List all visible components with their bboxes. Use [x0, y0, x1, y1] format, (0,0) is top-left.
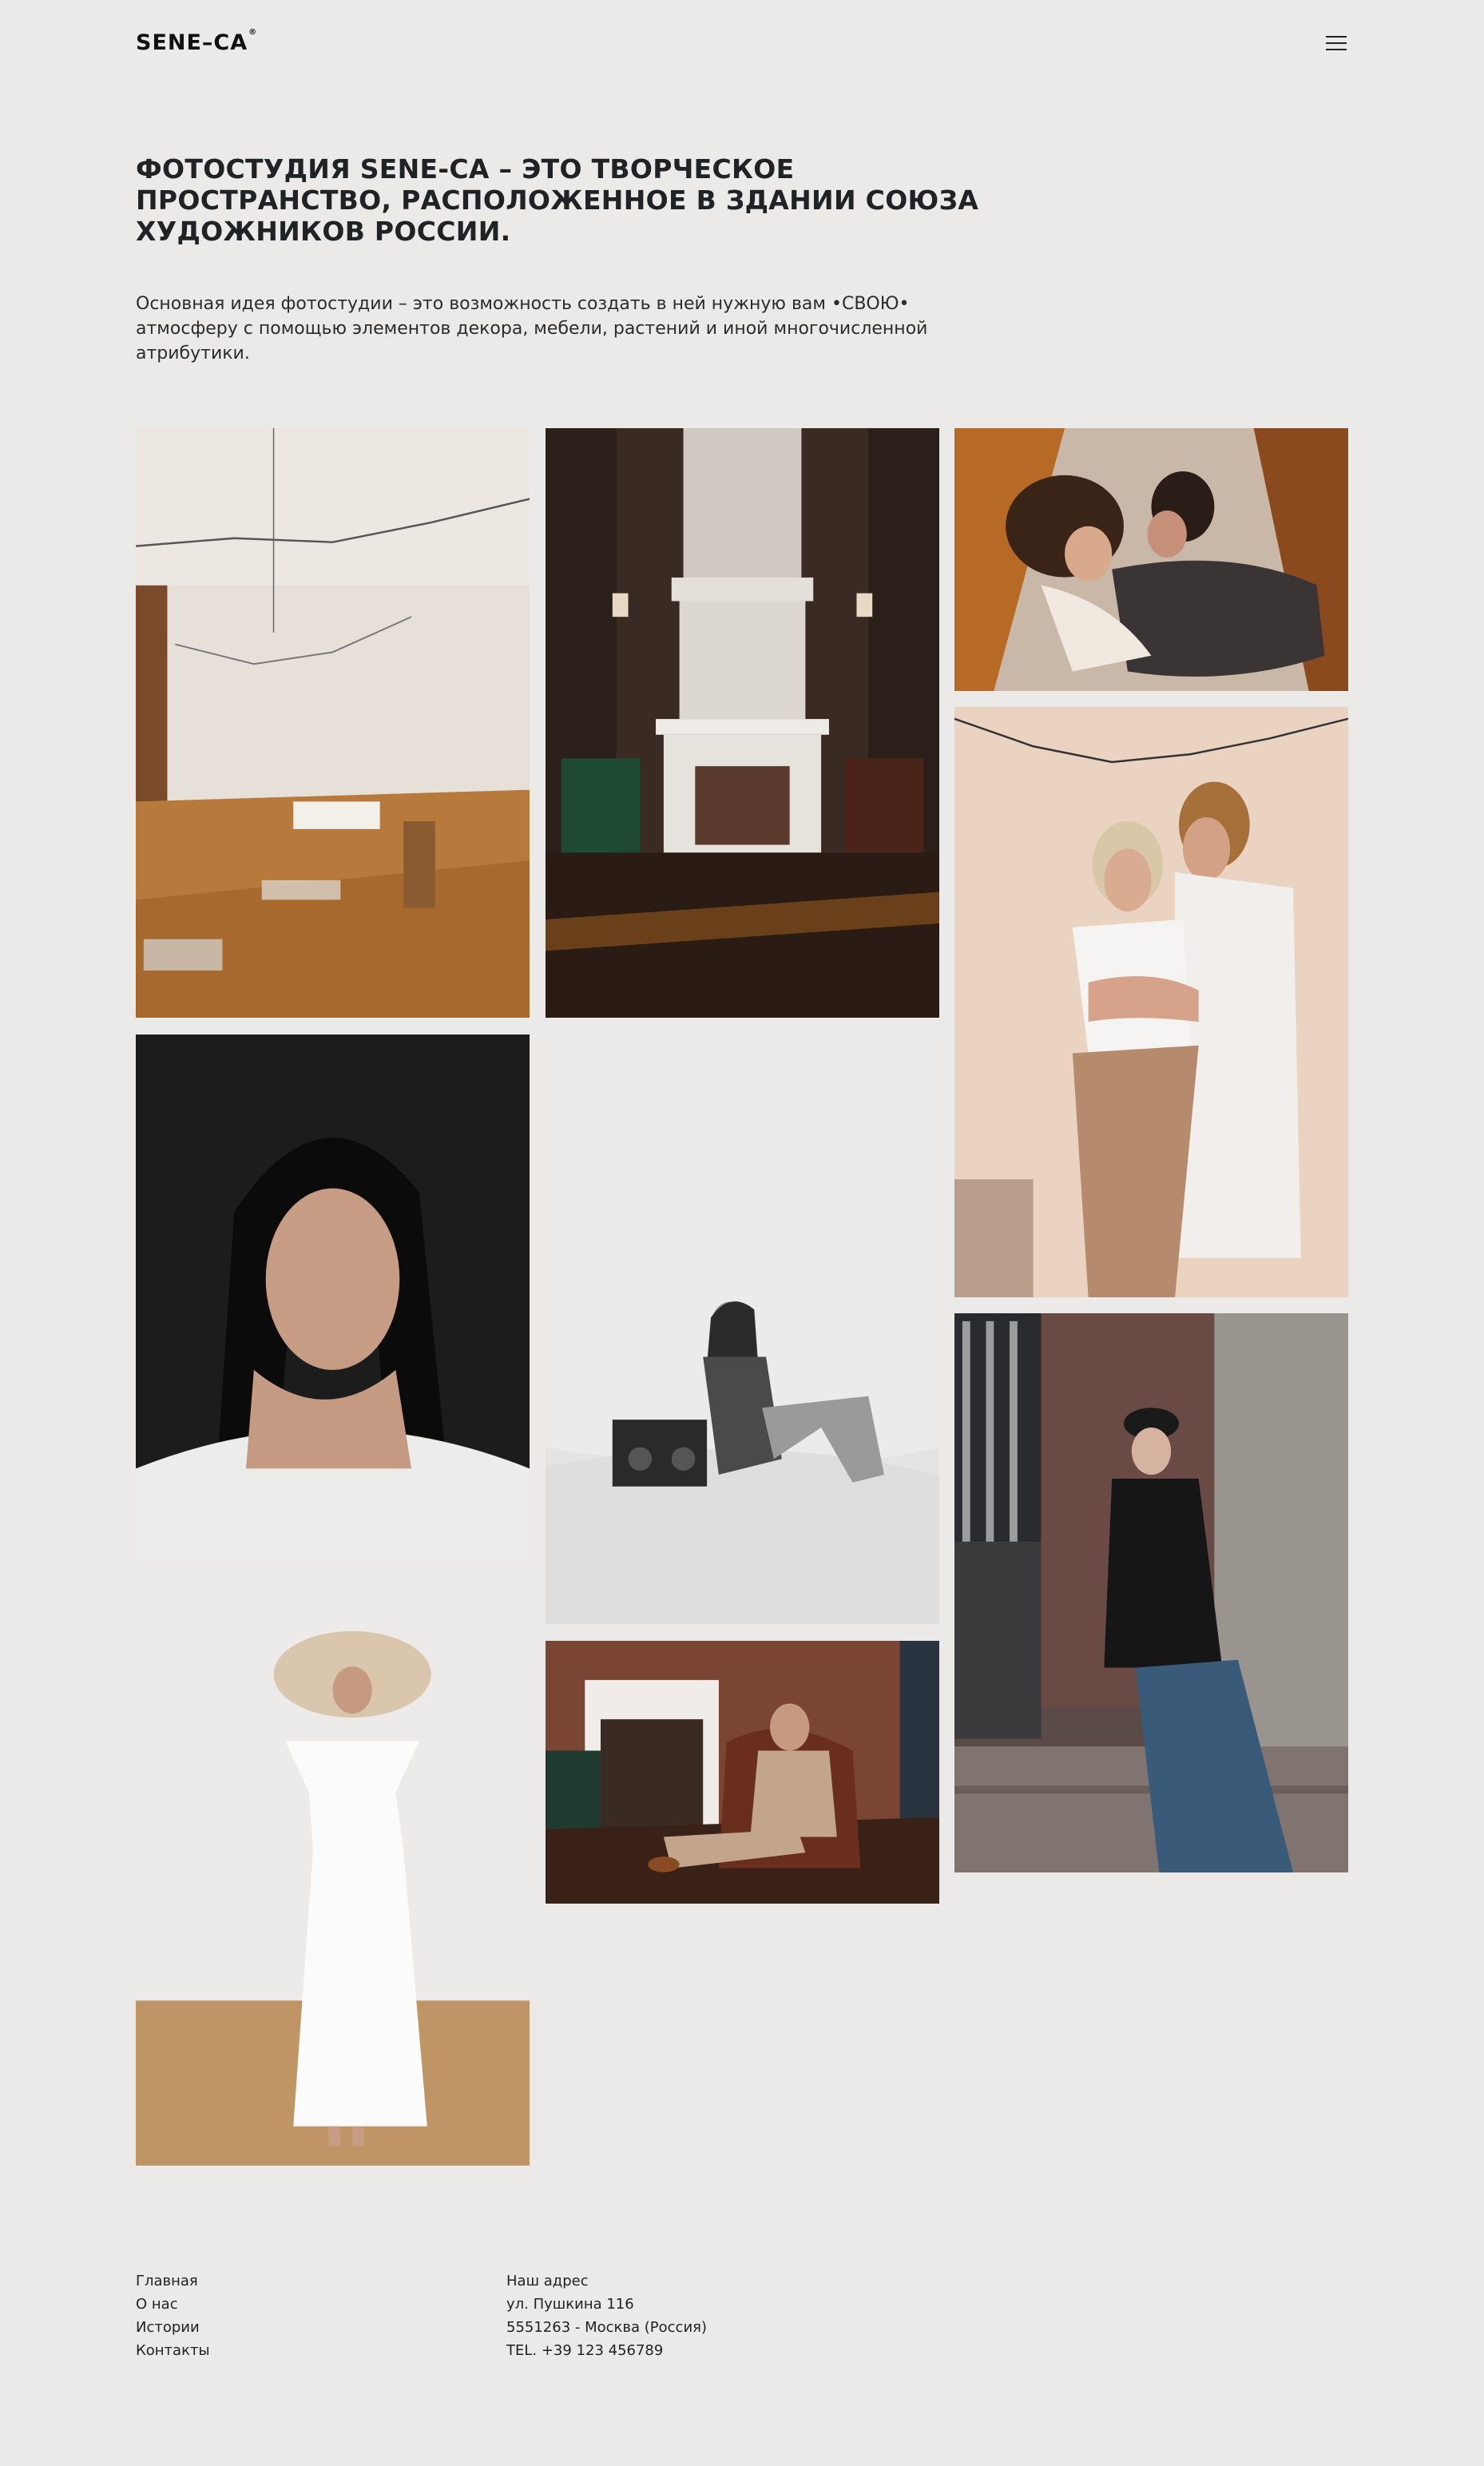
woman-white-dress-photo[interactable] — [136, 1576, 530, 2166]
address-city: 5551263 - Москва (Россия) — [506, 2319, 708, 2336]
fireplace-room-photo[interactable] — [546, 428, 939, 1018]
footer-address: Наш адрес ул. Пушкина 116 5551263 - Моск… — [506, 2269, 707, 2362]
studio-room-photo[interactable] — [136, 428, 530, 1018]
hero-title: ФОТОСТУДИЯ SENE-CA – ЭТО ТВОРЧЕСКОЕ ПРОС… — [136, 153, 979, 247]
logo-text: SENE–CA — [136, 30, 248, 55]
man-armchair-photo[interactable] — [546, 1641, 939, 1904]
footer-link-stories[interactable]: Истории — [136, 2316, 210, 2339]
woman-boombox-photo[interactable] — [546, 1034, 939, 1624]
hamburger-icon[interactable] — [1326, 34, 1347, 53]
man-portrait-photo[interactable] — [136, 1034, 530, 1559]
site-logo[interactable]: SENE–CA® — [136, 28, 258, 55]
footer-link-contacts[interactable]: Контакты — [136, 2339, 210, 2362]
address-phone[interactable]: TEL. +39 123 456789 — [506, 2339, 707, 2362]
footer-link-home[interactable]: Главная — [136, 2269, 210, 2293]
address-heading: Наш адрес — [506, 2273, 589, 2289]
address-street: ул. Пушкина 116 — [506, 2296, 634, 2313]
footer-navigation: Главная О нас Истории Контакты — [136, 2269, 210, 2362]
woman-street-photo[interactable] — [954, 1313, 1348, 1872]
couple-embrace-photo[interactable] — [954, 707, 1348, 1297]
registered-mark: ® — [248, 28, 258, 37]
hero-description: Основная идея фотостудии – это возможнос… — [136, 294, 928, 363]
couple-lying-photo[interactable] — [954, 428, 1348, 691]
footer-link-about[interactable]: О нас — [136, 2293, 210, 2316]
